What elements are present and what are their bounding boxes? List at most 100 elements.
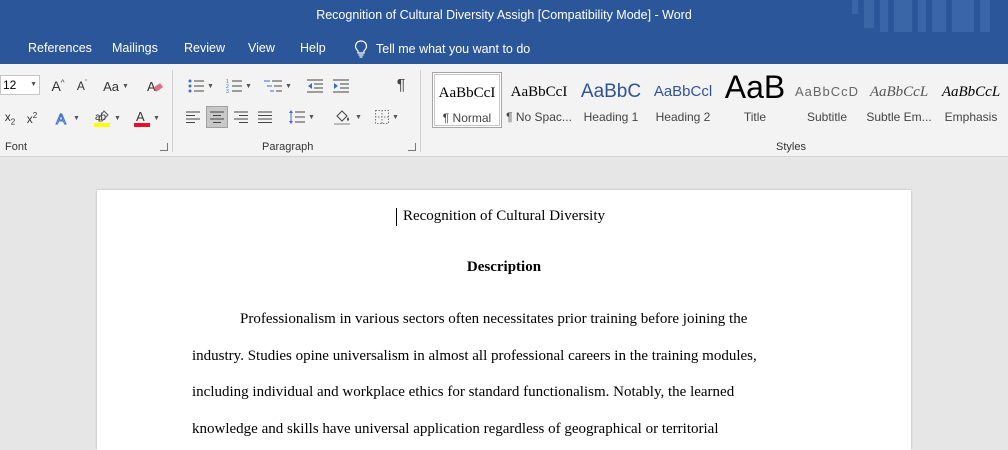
ribbon: 12 ▼ A^ Aˇ Aa ▼ A x2 x2 A ▼ ab ▼ A ▼ Fon…	[0, 64, 1008, 157]
text-effects-icon: A	[56, 111, 67, 127]
pilcrow-icon: ¶	[396, 77, 406, 94]
numbering-button[interactable]: 1 2 3 ▼	[222, 76, 256, 96]
style-preview: AaBbC	[580, 81, 642, 102]
svg-text:A: A	[147, 79, 156, 94]
subscript-button[interactable]: x2	[0, 108, 20, 128]
text-effects-button[interactable]: A ▼	[52, 108, 82, 128]
style-subtle-emphasis[interactable]: AaBbCcL Subtle Em...	[864, 72, 934, 128]
style-normal[interactable]: AaBbCcI ¶ Normal	[432, 72, 502, 128]
font-size-value: 12	[3, 78, 17, 92]
style-preview: AaBbCcl	[653, 83, 713, 100]
style-name: Subtle Em...	[866, 110, 932, 124]
tell-me-box[interactable]: Tell me what you want to do	[354, 38, 530, 60]
increase-indent-icon	[333, 79, 349, 93]
style-name: Title	[743, 110, 767, 124]
shrink-font-button[interactable]: Aˇ	[72, 76, 92, 96]
shading-button[interactable]: ▼	[330, 106, 366, 128]
svg-text:3: 3	[226, 89, 229, 93]
change-case-button[interactable]: Aa ▼	[100, 76, 132, 96]
superscript-icon: x2	[26, 110, 38, 126]
document-paragraph[interactable]: Professionalism in various sectors often…	[192, 301, 832, 447]
svg-text:A: A	[56, 111, 66, 126]
clear-formatting-button[interactable]: A	[144, 76, 166, 96]
multilevel-list-icon	[264, 80, 283, 92]
tell-me-text: Tell me what you want to do	[376, 42, 531, 56]
increase-indent-button[interactable]	[330, 76, 352, 96]
style-name: Heading 1	[583, 110, 639, 124]
lightbulb-icon	[354, 40, 368, 58]
style-preview: AaBbCcI	[510, 84, 568, 100]
style-emphasis[interactable]: AaBbCcL Emphasis	[936, 72, 1006, 128]
tab-mailings[interactable]: Mailings	[112, 41, 158, 55]
align-right-button[interactable]	[230, 106, 252, 128]
borders-button[interactable]: ▼	[370, 106, 404, 128]
multilevel-list-button[interactable]: ▼	[260, 76, 296, 96]
decrease-indent-button[interactable]	[304, 76, 326, 96]
font-color-icon: A	[134, 109, 151, 127]
paint-bucket-icon	[334, 110, 351, 125]
align-center-icon	[210, 111, 224, 123]
style-preview: AaBbCcD	[794, 84, 860, 99]
align-left-button[interactable]	[182, 106, 204, 128]
bullets-icon	[188, 79, 205, 93]
grow-font-button[interactable]: A^	[48, 76, 68, 96]
paragraph-group-label: Paragraph	[262, 141, 314, 153]
decrease-indent-icon	[307, 79, 323, 93]
tab-references[interactable]: References	[28, 41, 92, 55]
superscript-button[interactable]: x2	[22, 108, 42, 128]
style-name: Heading 2	[655, 110, 711, 124]
style-name: ¶ Normal	[442, 111, 492, 125]
justify-icon	[258, 111, 272, 123]
document-title[interactable]: Recognition of Cultural Diversity	[97, 208, 911, 225]
styles-group-label: Styles	[776, 141, 806, 153]
document-heading[interactable]: Description	[97, 259, 911, 276]
font-size-box[interactable]: 12 ▼	[0, 75, 40, 95]
shrink-font-icon: Aˇ	[76, 79, 88, 93]
group-divider	[172, 70, 173, 152]
justify-button[interactable]	[254, 106, 276, 128]
tab-view[interactable]: View	[248, 41, 275, 55]
paragraph-line: industry. Studies opine universalism in …	[192, 347, 757, 364]
document-page[interactable]: Recognition of Cultural Diversity Descri…	[97, 190, 911, 450]
svg-text:A: A	[136, 109, 145, 124]
title-bar: Recognition of Cultural Diversity Assigh…	[0, 0, 1008, 64]
style-name: Subtitle	[806, 110, 848, 124]
paragraph-dialog-launcher[interactable]	[408, 143, 416, 151]
text-cursor	[396, 208, 397, 226]
group-divider	[420, 70, 421, 152]
highlighter-icon: ab	[94, 110, 111, 127]
style-heading-2[interactable]: AaBbCcl Heading 2	[648, 72, 718, 128]
style-preview: AaBbCcL	[869, 84, 929, 100]
numbering-icon: 1 2 3	[226, 79, 243, 93]
grow-font-icon: A^	[51, 78, 65, 94]
style-preview: AaBbCcI	[438, 85, 496, 101]
subscript-icon: x2	[4, 109, 16, 127]
align-center-button[interactable]	[206, 106, 228, 128]
font-dialog-launcher[interactable]	[160, 143, 168, 151]
style-name: ¶ No Spac...	[506, 110, 572, 124]
font-color-button[interactable]: A ▼	[130, 108, 164, 128]
ribbon-tabs: References Mailings Review View Help Tel…	[0, 32, 1008, 64]
line-spacing-icon	[289, 110, 306, 124]
clear-formatting-icon: A	[147, 79, 163, 94]
paragraph-line: Professionalism in various sectors often…	[240, 311, 748, 327]
style-title[interactable]: AaB Title	[720, 72, 790, 128]
style-preview: AaBbCcL	[941, 84, 1001, 100]
document-canvas: Recognition of Cultural Diversity Descri…	[0, 157, 1008, 450]
font-group-label: Font	[5, 141, 28, 153]
style-subtitle[interactable]: AaBbCcD Subtitle	[792, 72, 862, 128]
tab-review[interactable]: Review	[184, 41, 225, 55]
style-name: Emphasis	[944, 110, 998, 124]
tab-help[interactable]: Help	[300, 41, 326, 55]
paragraph-line: knowledge and skills have universal appl…	[192, 420, 719, 437]
style-heading-1[interactable]: AaBbC Heading 1	[576, 72, 646, 128]
line-spacing-button[interactable]: ▼	[286, 106, 318, 128]
style-preview: AaB	[724, 72, 786, 105]
align-right-icon	[234, 111, 248, 123]
align-left-icon	[186, 111, 200, 123]
show-formatting-button[interactable]: ¶	[390, 76, 412, 96]
bullets-button[interactable]: ▼	[184, 76, 218, 96]
chevron-down-icon[interactable]: ▼	[30, 76, 37, 94]
highlight-color-button[interactable]: ab ▼	[90, 108, 124, 128]
style-no-spacing[interactable]: AaBbCcI ¶ No Spac...	[504, 72, 574, 128]
